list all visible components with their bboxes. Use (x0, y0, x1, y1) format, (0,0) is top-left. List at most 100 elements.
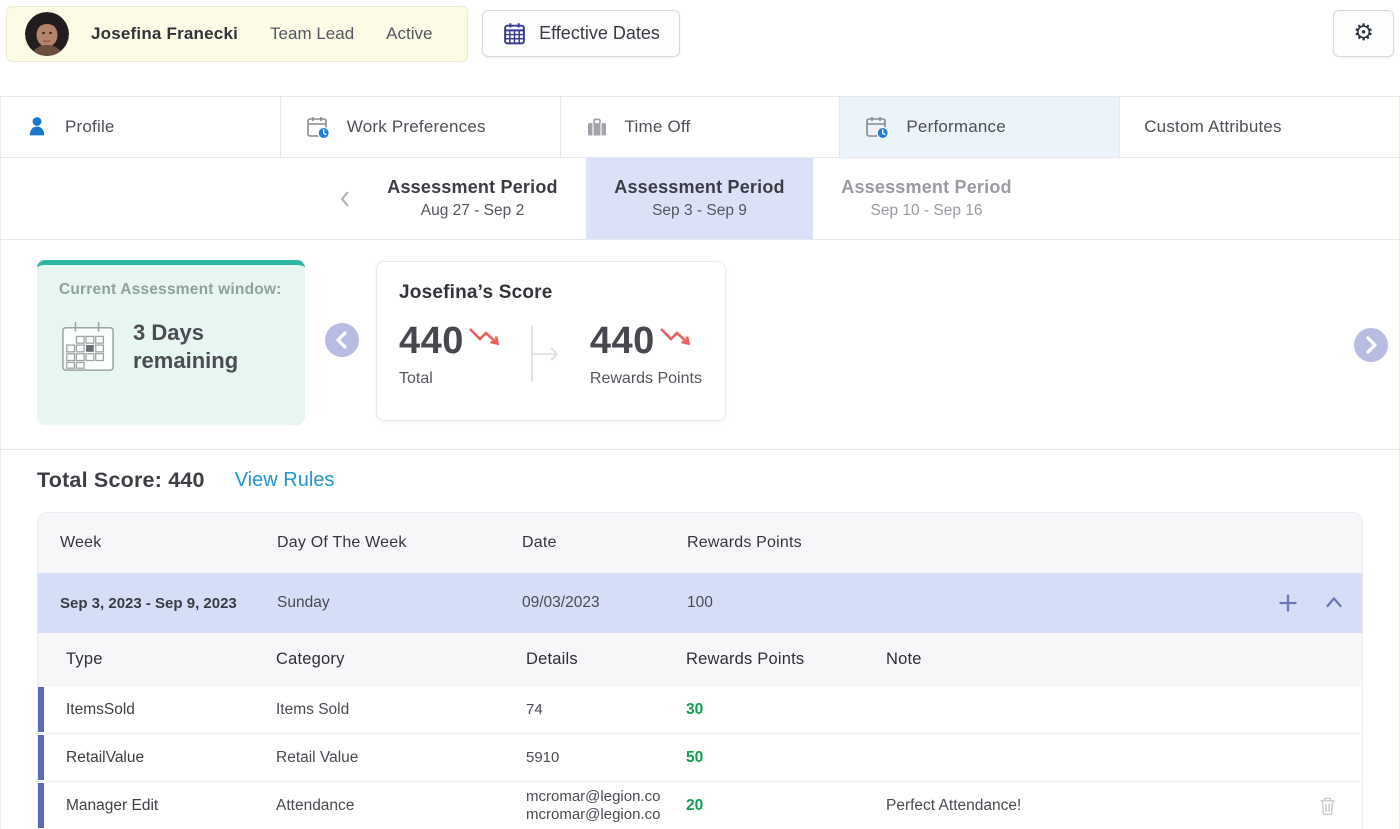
avatar (25, 12, 69, 56)
user-role: Team Lead (270, 24, 355, 43)
user-status: Active (386, 24, 433, 43)
tab-custom-attributes[interactable]: Custom Attributes (1120, 97, 1399, 157)
add-entry-button[interactable] (1278, 593, 1298, 613)
days-remaining: 3 Days remaining (133, 320, 239, 373)
note-cell: Perfect Attendance! (886, 796, 1022, 814)
rewards-table: Week Day Of The Week Date Rewards Points… (37, 512, 1363, 829)
points-cell: 100 (687, 594, 713, 611)
rewards-points-value: 440 (589, 320, 655, 362)
calendar-grid-icon (504, 23, 525, 45)
category-cell: Retail Value (276, 748, 359, 766)
tab-label: Profile (65, 117, 115, 136)
chevron-left-icon (336, 331, 347, 349)
score-divider-arrow-icon (531, 326, 559, 382)
detail-table-header: Type Category Details Rewards Points Not… (38, 633, 1362, 686)
trend-down-icon (659, 328, 691, 346)
user-name: Josefina Franecki (91, 24, 239, 43)
tab-label: Time Off (624, 117, 691, 136)
period-range: Sep 10 - Sep 16 (870, 202, 983, 219)
score-cards-row: Current Assessment window: 3 Days remain… (1, 240, 1399, 450)
points-cell: 50 (686, 748, 704, 766)
user-summary-chip: Josefina Franecki Team Lead Active (6, 6, 468, 62)
type-cell: ItemsSold (66, 700, 135, 718)
total-score-label: Total (399, 370, 433, 387)
date-cell: 09/03/2023 (522, 594, 600, 611)
points-cell: 20 (686, 796, 704, 814)
period-title: Assessment Period (841, 177, 1012, 197)
column-header-note: Note (886, 649, 922, 668)
column-header-date: Date (522, 534, 557, 551)
tab-label: Custom Attributes (1144, 117, 1282, 136)
category-cell: Attendance (276, 796, 355, 814)
total-score-group: 440 Total (399, 322, 502, 388)
total-score-summary: Total Score: 440 View Rules (1, 450, 1399, 510)
period-sep10-sep16[interactable]: Assessment Period Sep 10 - Sep 16 (813, 158, 1040, 239)
total-score-value: 440 (399, 320, 464, 362)
chevron-left-icon (340, 190, 349, 207)
rewards-points-label: Rewards Points (589, 370, 702, 387)
week-table-header: Week Day Of The Week Date Rewards Points (38, 513, 1362, 573)
plus-icon (1279, 594, 1297, 612)
chevron-up-icon (1326, 597, 1342, 608)
detail-row-items-sold: ItemsSold Items Sold 74 30 (38, 686, 1362, 734)
settings-button[interactable]: ⚙ (1333, 10, 1394, 57)
column-header-rewards-points: Rewards Points (686, 649, 805, 668)
type-cell: RetailValue (66, 748, 145, 766)
period-sep3-sep9[interactable]: Assessment Period Sep 3 - Sep 9 (586, 158, 813, 239)
score-card-title: Josefina’s Score (399, 282, 553, 303)
details-cell: 74 (526, 700, 543, 718)
tab-performance[interactable]: Performance (840, 97, 1121, 157)
collapse-row-button[interactable] (1324, 593, 1344, 613)
week-range-cell: Sep 3, 2023 - Sep 9, 2023 (60, 594, 237, 612)
period-title: Assessment Period (614, 177, 785, 197)
delete-entry-button[interactable] (1302, 796, 1352, 816)
effective-dates-label: Effective Dates (539, 23, 660, 43)
period-list: Assessment Period Aug 27 - Sep 2 Assessm… (359, 158, 1040, 239)
column-header-details: Details (526, 649, 578, 668)
chevron-right-icon (1366, 336, 1377, 354)
effective-dates-button[interactable]: Effective Dates (482, 10, 680, 57)
details-cell: mcromar@legion.co mcromar@legion.co (526, 788, 661, 823)
josefina-score-card: Josefina’s Score 440 Total 440 Rewards P… (376, 261, 726, 421)
row-accent-bar (38, 783, 44, 828)
rewards-points-group: 440 Rewards Points (590, 322, 702, 388)
briefcase-icon (587, 118, 606, 136)
gear-icon: ⚙ (1353, 20, 1374, 46)
detail-row-retail-value: RetailValue Retail Value 5910 50 (38, 734, 1362, 782)
main-panel: Profile Work Preferences Time Off Perfor… (0, 96, 1400, 829)
calendar-clock-icon (866, 117, 890, 140)
period-range: Sep 3 - Sep 9 (652, 202, 747, 219)
view-rules-link[interactable]: View Rules (235, 469, 335, 492)
person-icon (29, 117, 45, 136)
row-accent-bar (38, 735, 44, 780)
period-aug27-sep2[interactable]: Assessment Period Aug 27 - Sep 2 (359, 158, 586, 239)
column-header-rewards-points: Rewards Points (687, 534, 802, 551)
column-header-type: Type (66, 649, 103, 668)
day-cell: Sunday (277, 594, 330, 611)
tab-profile[interactable]: Profile (1, 97, 281, 157)
type-cell: Manager Edit (66, 796, 159, 814)
week-row[interactable]: Sep 3, 2023 - Sep 9, 2023 Sunday 09/03/2… (38, 573, 1362, 633)
details-cell: 5910 (526, 748, 560, 766)
row-accent-bar (38, 687, 44, 732)
points-cell: 30 (686, 700, 704, 718)
detail-row-manager-edit: Manager Edit Attendance mcromar@legion.c… (38, 782, 1362, 829)
trash-icon (1319, 797, 1335, 815)
period-range: Aug 27 - Sep 2 (420, 202, 525, 219)
tab-time-off[interactable]: Time Off (560, 97, 841, 157)
tab-label: Performance (906, 117, 1006, 136)
carousel-next-button[interactable] (1354, 328, 1388, 362)
category-cell: Items Sold (276, 700, 350, 718)
period-title: Assessment Period (387, 177, 558, 197)
previous-period-button[interactable] (337, 158, 353, 239)
tab-bar: Profile Work Preferences Time Off Perfor… (1, 96, 1399, 158)
tab-work-preferences[interactable]: Work Preferences (280, 97, 561, 157)
carousel-previous-button[interactable] (325, 323, 359, 357)
calendar-clock-icon (306, 117, 330, 140)
avatar-photo (25, 12, 69, 56)
assessment-window-label: Current Assessment window: (59, 281, 282, 298)
column-header-category: Category (276, 649, 345, 668)
calendar-large-icon (62, 321, 114, 371)
total-score-text: Total Score: 440 (37, 467, 205, 492)
column-header-week: Week (60, 534, 102, 551)
